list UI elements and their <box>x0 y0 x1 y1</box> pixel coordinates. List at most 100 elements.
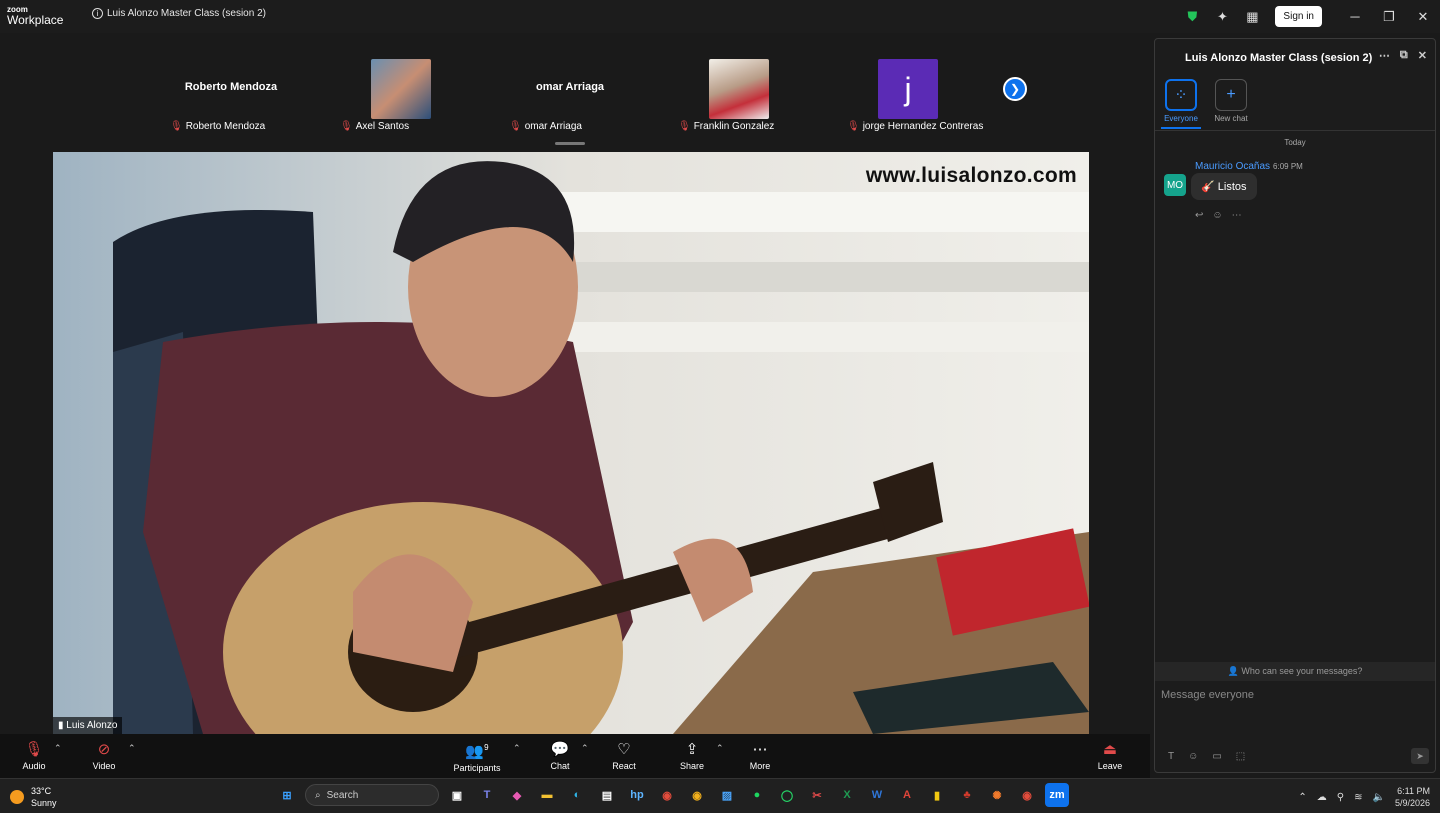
acrobat-icon[interactable]: A <box>895 783 919 807</box>
weather-condition: Sunny <box>31 798 57 808</box>
emoji-icon[interactable]: ☺ <box>1188 751 1198 762</box>
sign-in-button[interactable]: Sign in <box>1275 6 1322 27</box>
tab-everyone[interactable]: ⁘ Everyone <box>1161 79 1201 123</box>
avatar <box>709 59 769 119</box>
next-page-button[interactable]: ❯ <box>1003 77 1027 101</box>
participant-tile[interactable]: 🎙 Axel Santos <box>340 59 462 137</box>
close-icon[interactable]: ✕ <box>1406 0 1440 33</box>
edge-icon[interactable]: ◐ <box>565 783 589 807</box>
more-icon: ⋯ <box>752 740 768 758</box>
tab-new-chat[interactable]: + New chat <box>1211 79 1251 123</box>
format-text-icon[interactable]: T <box>1168 751 1174 762</box>
active-tab-indicator <box>1161 127 1201 129</box>
power-bi-icon[interactable]: ▮ <box>925 783 949 807</box>
who-can-see-link[interactable]: 👤 Who can see your messages? <box>1155 662 1435 681</box>
teams-icon[interactable]: T <box>475 783 499 807</box>
mic-muted-icon: 🎙 <box>509 121 522 132</box>
day-divider: Today <box>1284 138 1306 147</box>
zoom-taskbar-icon[interactable]: zm <box>1045 783 1069 807</box>
video-options-caret-icon[interactable]: ⌃ <box>128 743 136 754</box>
more-button[interactable]: ⋯ More <box>746 734 774 778</box>
participant-caption: Roberto Mendoza <box>185 121 266 132</box>
app-orange-icon[interactable]: ✺ <box>985 783 1009 807</box>
app-red-icon[interactable]: ♣ <box>955 783 979 807</box>
windows-start-icon[interactable]: ⊞ <box>275 783 299 807</box>
send-button[interactable]: ➤ <box>1411 748 1429 764</box>
chrome-canary-icon[interactable]: ◉ <box>685 783 709 807</box>
more-icon[interactable]: ⋯ <box>1232 210 1242 221</box>
word-icon[interactable]: W <box>865 783 889 807</box>
message-bubble[interactable]: 🎸 Listos <box>1191 173 1257 200</box>
close-chat-icon[interactable]: ✕ <box>1418 49 1427 62</box>
leave-button[interactable]: ⏏ Leave <box>1096 734 1124 778</box>
share-button[interactable]: ⇪ Share <box>678 734 706 778</box>
clock[interactable]: 6:11 PM 5/9/2026 <box>1395 785 1430 809</box>
excel-icon[interactable]: X <box>835 783 859 807</box>
speaker-name-tag: ▮ Luis Alonzo <box>53 717 123 734</box>
sparkle-icon[interactable]: ✦ <box>1207 0 1237 33</box>
audio-label: Audio <box>22 760 46 771</box>
audio-button[interactable]: 🎙 Audio <box>20 734 48 778</box>
participant-tile[interactable]: omar Arriaga 🎙 omar Arriaga <box>509 59 631 137</box>
message-text: Listos <box>1217 181 1247 193</box>
screenshot-icon[interactable]: ⬚ <box>1236 751 1245 762</box>
whatsapp-icon[interactable]: ◯ <box>775 783 799 807</box>
task-view-icon[interactable]: ▣ <box>445 783 469 807</box>
participant-caption: Franklin Gonzalez <box>693 121 775 132</box>
divider <box>1155 130 1435 131</box>
participants-count: 9 <box>484 742 489 752</box>
participants-label: Participants <box>453 762 501 773</box>
participants-options-caret-icon[interactable]: ⌃ <box>513 743 521 754</box>
photos-icon[interactable]: ▨ <box>715 783 739 807</box>
message-input[interactable]: Message everyone <box>1161 689 1421 701</box>
file-explorer-icon[interactable]: ▬ <box>535 783 559 807</box>
minimize-icon[interactable]: ─ <box>1338 0 1372 33</box>
apps-icon[interactable]: ▦ <box>1237 0 1267 33</box>
restore-icon[interactable]: ❐ <box>1372 0 1406 33</box>
strip-resize-handle[interactable] <box>555 142 585 145</box>
share-label: Share <box>679 760 705 771</box>
chrome-profile-icon[interactable]: ◉ <box>1015 783 1039 807</box>
chat-options-caret-icon[interactable]: ⌃ <box>581 743 589 754</box>
participants-button[interactable]: 👥9 Participants <box>452 734 502 778</box>
chat-button[interactable]: 💬 Chat <box>546 734 574 778</box>
chevron-up-icon[interactable]: ⌃ <box>1298 792 1306 803</box>
participant-caption: jorge Hernandez Contreras <box>862 121 984 132</box>
leave-label: Leave <box>1097 760 1123 771</box>
react-button[interactable]: ♡ React <box>610 734 638 778</box>
heart-icon: ♡ <box>617 740 631 758</box>
wifi-icon[interactable]: ≋ <box>1354 792 1362 803</box>
share-options-caret-icon[interactable]: ⌃ <box>716 743 724 754</box>
info-icon[interactable]: i <box>92 8 103 19</box>
participant-tile[interactable]: 🎙 Franklin Gonzalez <box>678 59 800 137</box>
logo-line2: Workplace <box>7 13 64 27</box>
snipping-tool-icon[interactable]: ✂ <box>805 783 829 807</box>
meeting-title: Luis Alonzo Master Class (sesion 2) <box>107 8 266 19</box>
onedrive-icon[interactable]: ☁ <box>1317 792 1327 803</box>
pop-out-icon[interactable]: ⧉ <box>1400 49 1408 62</box>
search-label: Search <box>326 789 359 801</box>
spotify-icon[interactable]: ● <box>745 783 769 807</box>
volume-icon[interactable]: 🔈 <box>1373 792 1385 803</box>
audio-options-caret-icon[interactable]: ⌃ <box>54 743 62 754</box>
copilot-icon[interactable]: ◆ <box>505 783 529 807</box>
shield-icon[interactable]: ⛊ <box>1177 0 1207 33</box>
reply-icon[interactable]: ↩ <box>1195 210 1203 221</box>
temperature: 33°C <box>31 786 52 796</box>
store-icon[interactable]: ▤ <box>595 783 619 807</box>
tab-everyone-label: Everyone <box>1164 114 1198 123</box>
network-icon[interactable]: ⚲ <box>1337 792 1344 803</box>
participant-tile[interactable]: Roberto Mendoza 🎙 Roberto Mendoza <box>170 59 292 137</box>
participant-tile[interactable]: j 🎙 jorge Hernandez Contreras <box>847 59 983 137</box>
meeting-info[interactable]: i Luis Alonzo Master Class (sesion 2) <box>92 8 266 19</box>
active-speaker-video[interactable]: www.luisalonzo.com ▮ Luis Alonzo <box>53 152 1089 734</box>
taskbar-search[interactable]: ⌕ Search <box>305 784 439 806</box>
hp-icon[interactable]: hp <box>625 783 649 807</box>
emoji-react-icon[interactable]: ☺ <box>1212 210 1222 221</box>
weather-widget[interactable]: 33°C Sunny <box>10 785 57 809</box>
video-button[interactable]: ⊘ Video <box>90 734 118 778</box>
file-icon[interactable]: ▭ <box>1212 751 1221 762</box>
chrome-icon[interactable]: ◉ <box>655 783 679 807</box>
more-options-icon[interactable]: ⋯ <box>1379 49 1390 62</box>
participant-name: omar Arriaga <box>535 81 605 93</box>
